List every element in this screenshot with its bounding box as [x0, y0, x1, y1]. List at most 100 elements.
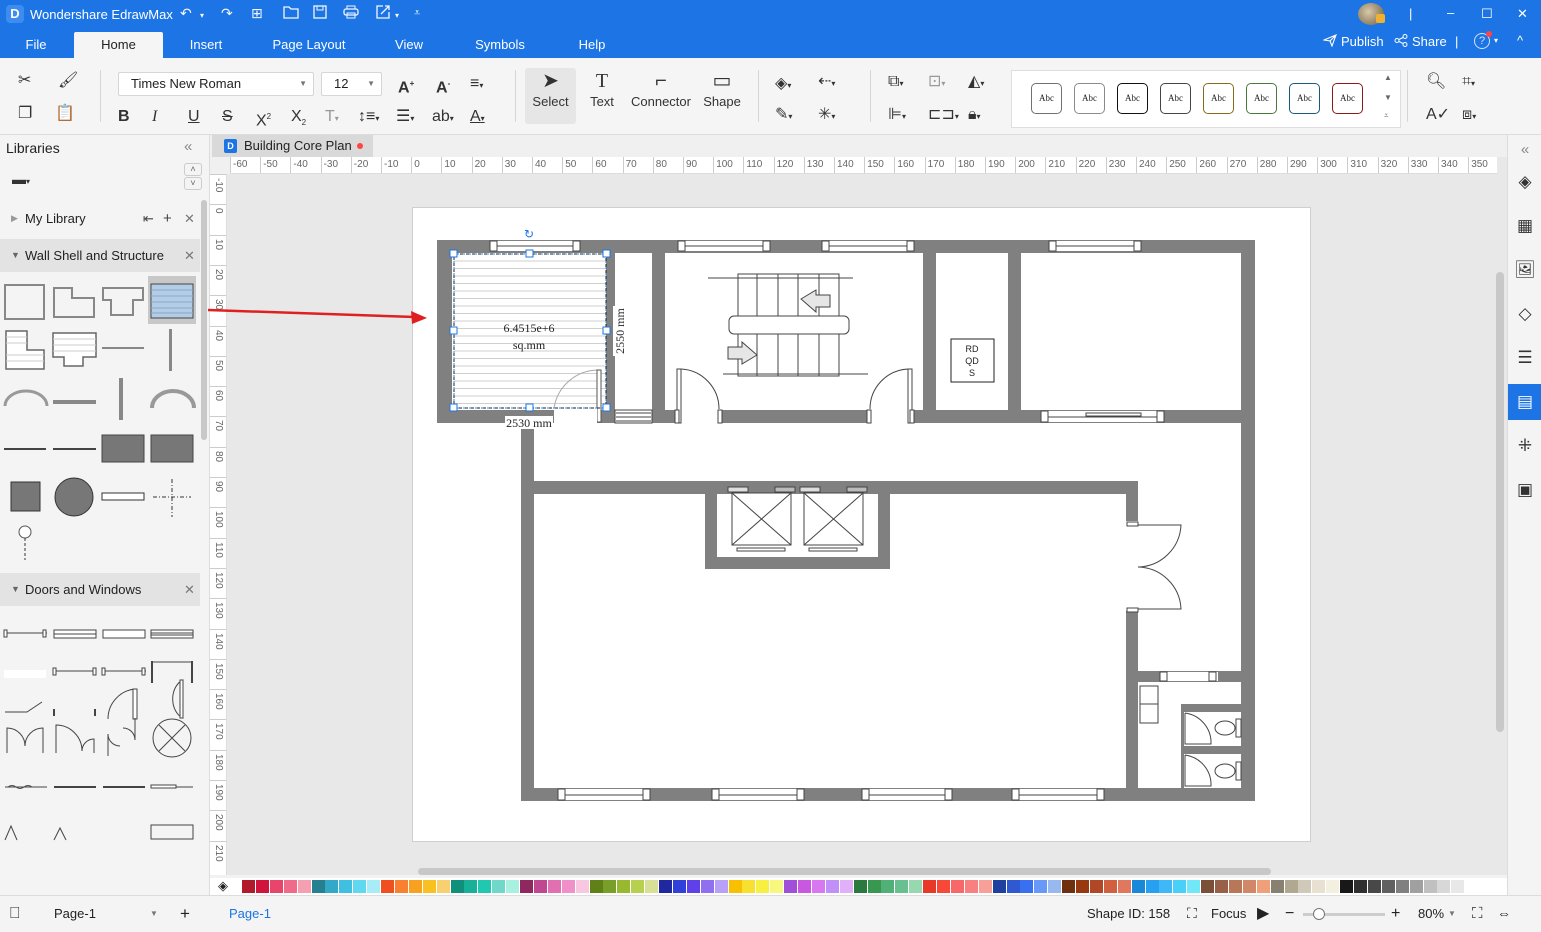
- shape-door-slide[interactable]: [5, 701, 43, 713]
- color-swatch[interactable]: [478, 880, 492, 893]
- export-icon[interactable]: [375, 5, 391, 22]
- style-preset-7[interactable]: Abc: [1289, 83, 1320, 114]
- color-swatch[interactable]: [1423, 880, 1437, 893]
- close-section-icon[interactable]: ✕: [184, 239, 195, 272]
- page-view-icon[interactable]: ⎕: [10, 896, 20, 931]
- color-swatch[interactable]: [978, 880, 992, 893]
- shape-wall-horizontal[interactable]: [102, 347, 144, 349]
- shape-bifold-door[interactable]: [4, 824, 67, 841]
- page-select-caret-icon[interactable]: ▼: [150, 896, 158, 931]
- style-preset-3[interactable]: Abc: [1117, 83, 1148, 114]
- bullets-icon[interactable]: ☰▾: [396, 107, 414, 129]
- color-swatch[interactable]: [895, 880, 909, 893]
- shape-arc-wall[interactable]: [3, 389, 49, 407]
- shape-garage-door[interactable]: [150, 824, 194, 840]
- color-swatch[interactable]: [561, 880, 575, 893]
- tab-insert[interactable]: Insert: [181, 32, 231, 58]
- zoom-caret-icon[interactable]: ▼: [1448, 896, 1456, 931]
- grid-icon[interactable]: ▦: [1508, 208, 1541, 244]
- shape-pivot-door[interactable]: [107, 718, 136, 756]
- collapse-panel-icon[interactable]: «: [184, 138, 192, 155]
- document-list-icon[interactable]: ☰: [1508, 340, 1541, 376]
- color-swatch[interactable]: [1215, 880, 1228, 893]
- color-swatch[interactable]: [1103, 880, 1117, 893]
- cut-icon[interactable]: ✂: [18, 71, 31, 91]
- vertical-ruler[interactable]: -10 0 10 20 30 40 50 60 70 80 90 100 110 120 130 140 150…: [210, 174, 227, 875]
- play-icon[interactable]: ▶: [1257, 896, 1269, 931]
- print-icon[interactable]: [343, 5, 359, 22]
- line-style-icon[interactable]: ⇠▾: [818, 72, 835, 94]
- presentation-icon[interactable]: ▣: [1508, 472, 1541, 508]
- my-library-row[interactable]: ▶ My Library ⇤ + ✕: [0, 202, 200, 235]
- fill-color-icon[interactable]: ◈▾: [775, 74, 791, 96]
- shape-window-6[interactable]: [101, 667, 146, 676]
- select-tool-button[interactable]: ➤ Select: [525, 68, 576, 124]
- color-swatch[interactable]: [784, 880, 798, 893]
- text-tool-button[interactable]: T Text: [583, 68, 621, 124]
- color-swatch[interactable]: [1076, 880, 1089, 893]
- color-swatch[interactable]: [242, 880, 255, 893]
- color-swatch[interactable]: [1409, 880, 1423, 893]
- color-swatch[interactable]: [408, 880, 422, 893]
- shape-slab[interactable]: [101, 434, 145, 463]
- shape-single-door[interactable]: [107, 688, 138, 720]
- color-swatch[interactable]: [700, 880, 714, 893]
- image-icon[interactable]: 🖼︎: [1508, 252, 1541, 288]
- minimize-button[interactable]: –: [1447, 5, 1454, 20]
- save-icon[interactable]: [313, 5, 327, 22]
- color-swatch[interactable]: [1395, 880, 1409, 893]
- subscript-icon[interactable]: X2: [291, 107, 306, 133]
- undo-dropdown-icon[interactable]: ▾: [200, 11, 204, 20]
- color-swatch[interactable]: [950, 880, 964, 893]
- text-case-icon[interactable]: ab▾: [432, 107, 454, 129]
- color-swatch[interactable]: [547, 880, 561, 893]
- color-swatch[interactable]: [575, 880, 589, 893]
- color-swatch[interactable]: [492, 880, 506, 893]
- color-swatch[interactable]: [589, 880, 603, 893]
- color-swatch[interactable]: [839, 880, 853, 893]
- color-swatch[interactable]: [1367, 880, 1381, 893]
- color-swatch[interactable]: [1298, 880, 1312, 893]
- color-swatch[interactable]: [645, 880, 659, 893]
- color-swatch[interactable]: [283, 880, 297, 893]
- color-swatch[interactable]: [825, 880, 839, 893]
- shape-window-2[interactable]: [53, 629, 97, 639]
- increase-font-icon[interactable]: A+: [398, 74, 414, 98]
- color-swatch[interactable]: [770, 880, 784, 893]
- spell-check-icon[interactable]: A✓: [1426, 105, 1450, 125]
- selected-room[interactable]: ↻ 6.4515e+6 sq.mm: [449, 227, 611, 423]
- color-swatch[interactable]: [367, 880, 381, 893]
- color-swatch[interactable]: [631, 880, 645, 893]
- color-swatch[interactable]: [1228, 880, 1242, 893]
- color-swatch[interactable]: [1242, 880, 1256, 893]
- tab-symbols[interactable]: Symbols: [470, 32, 530, 58]
- shape-window-3[interactable]: [102, 629, 146, 639]
- publish-button[interactable]: Publish: [1341, 34, 1384, 49]
- vertical-scrollbar[interactable]: [1496, 272, 1504, 732]
- mindmap-icon[interactable]: ⁜: [1508, 428, 1541, 464]
- font-color-icon[interactable]: A▾: [470, 107, 485, 129]
- color-swatch[interactable]: [756, 880, 770, 893]
- zoom-slider[interactable]: [1303, 908, 1385, 920]
- color-swatch[interactable]: [617, 880, 631, 893]
- color-swatch[interactable]: [1131, 880, 1145, 893]
- shape-floor-t[interactable]: [52, 332, 97, 367]
- strikethrough-icon[interactable]: S: [222, 107, 233, 127]
- collapse-ribbon-button[interactable]: ^: [1517, 33, 1523, 48]
- color-swatch[interactable]: [1312, 880, 1326, 893]
- color-swatch[interactable]: [1006, 880, 1020, 893]
- align-text-icon[interactable]: ≡▾: [470, 74, 483, 96]
- color-swatch[interactable]: [436, 880, 450, 893]
- color-swatch[interactable]: [1451, 880, 1465, 893]
- horizontal-ruler[interactable]: -60 -50 -40 -30 -20 -10 0 10 20 30 40 50 60 70 80 90 100…: [230, 157, 1497, 174]
- add-icon[interactable]: +: [163, 202, 172, 235]
- color-swatch[interactable]: [1034, 880, 1048, 893]
- color-swatch[interactable]: [1465, 880, 1479, 893]
- fit-width-icon[interactable]: ⇔: [1497, 896, 1511, 931]
- distribute-icon[interactable]: ⊏⊐▾: [928, 105, 959, 127]
- color-swatch[interactable]: [255, 880, 269, 893]
- zoom-slider-handle[interactable]: [1313, 908, 1326, 920]
- drawing-page[interactable]: ↻ 6.4515e+6 sq.mm 2530 mm 2550 mm RD QD …: [412, 207, 1311, 842]
- color-swatch[interactable]: [992, 880, 1006, 893]
- color-swatch[interactable]: [742, 880, 756, 893]
